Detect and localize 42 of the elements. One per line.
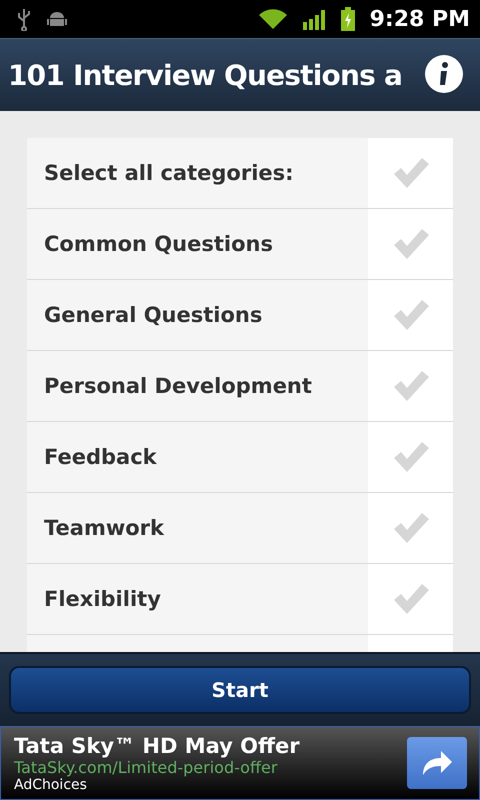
check-icon <box>392 157 430 189</box>
category-row[interactable]: General Questions <box>27 280 453 351</box>
ad-url: TataSky.com/Limited-period-offer <box>14 758 278 776</box>
category-label: Personal Development <box>43 373 313 400</box>
curved-arrow-icon <box>421 749 453 777</box>
check-icon <box>392 370 430 402</box>
category-row[interactable]: Common Questions <box>27 209 453 280</box>
category-label: General Questions <box>43 302 264 329</box>
checkbox[interactable] <box>368 138 453 208</box>
clock-time: 9:28 PM <box>370 6 470 32</box>
battery-icon <box>340 7 356 31</box>
wifi-icon <box>258 8 288 30</box>
category-row[interactable]: Feedback <box>27 422 453 493</box>
category-label: Teamwork <box>43 515 166 542</box>
check-icon <box>392 441 430 473</box>
app-title: 101 Interview Questions a <box>8 58 402 92</box>
checkbox[interactable] <box>368 351 453 421</box>
ad-headline: Tata Sky™ HD May Offer <box>14 734 301 758</box>
usb-icon <box>16 7 32 31</box>
checkbox[interactable] <box>368 209 453 279</box>
ad-banner[interactable]: Tata Sky™ HD May Offer TataSky.com/Limited-period-offer AdChoices <box>0 726 480 800</box>
check-icon <box>392 512 430 544</box>
category-row[interactable]: Teamwork <box>27 493 453 564</box>
ad-choices-link[interactable]: AdChoices <box>14 776 407 792</box>
checkbox[interactable] <box>368 422 453 492</box>
check-icon <box>392 228 430 260</box>
category-row[interactable]: Personal Development <box>27 351 453 422</box>
category-row[interactable]: Select all categories: <box>27 138 453 209</box>
category-label: Feedback <box>43 444 158 471</box>
category-label: Common Questions <box>43 231 274 258</box>
checkbox[interactable] <box>368 280 453 350</box>
share-button[interactable] <box>407 737 467 789</box>
checkbox[interactable] <box>368 564 453 634</box>
check-icon <box>392 583 430 615</box>
info-icon[interactable] <box>424 54 464 94</box>
start-button[interactable]: Start <box>9 666 471 714</box>
category-label: Flexibility <box>43 586 162 613</box>
signal-icon <box>302 8 326 30</box>
category-label: Select all categories: <box>43 160 295 187</box>
check-icon <box>392 299 430 331</box>
category-row[interactable]: Flexibility <box>27 564 453 635</box>
checkbox[interactable] <box>368 493 453 563</box>
